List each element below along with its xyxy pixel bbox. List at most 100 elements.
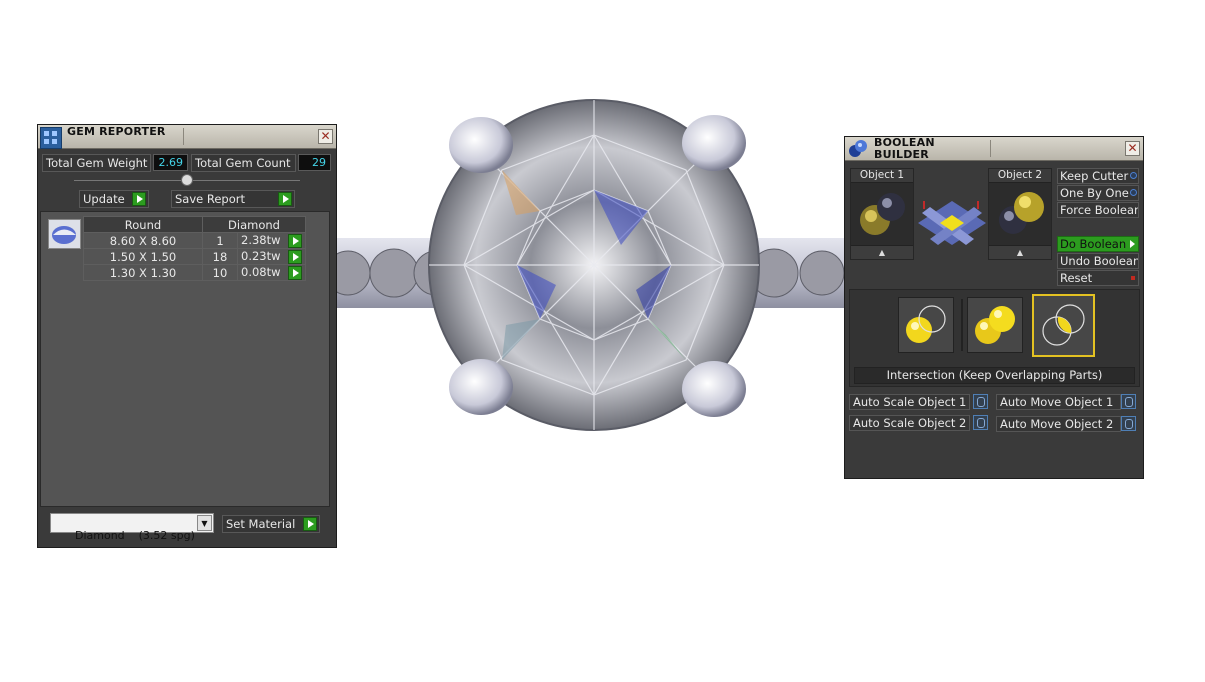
object1-preview-icon [860, 193, 905, 235]
gem-weight: 0.08tw [241, 265, 281, 279]
one-by-one-label: One By One [1060, 186, 1129, 200]
gem-reporter-close-icon[interactable]: ✕ [318, 129, 333, 144]
col-header-material: Diamond [202, 216, 306, 233]
auto-scale-object1-toggle[interactable]: Auto Scale Object 1 [849, 394, 970, 410]
boolean-builder-panel: BOOLEAN BUILDER ✕ Object 1 ▲ Object 2 ▲ … [844, 136, 1144, 479]
boolean-builder-icon [849, 140, 867, 157]
boolean-operation-icon [918, 201, 986, 245]
do-boolean-label: Do Boolean [1060, 237, 1127, 251]
mode-intersection-button[interactable] [1032, 294, 1095, 357]
auto-move-object1-toggle[interactable]: Auto Move Object 1 [996, 394, 1121, 410]
row-go-icon[interactable] [288, 266, 302, 280]
title-divider [990, 140, 1100, 157]
auto-move-object2-checkbox[interactable] [1121, 416, 1136, 431]
update-go-icon[interactable] [132, 192, 146, 206]
boolean-builder-titlebar[interactable]: BOOLEAN BUILDER ✕ [845, 137, 1143, 161]
ring-viewport [336, 99, 846, 431]
update-button[interactable]: Update [79, 190, 149, 208]
row-go-icon[interactable] [288, 234, 302, 248]
object2-label: Object 2 [989, 169, 1051, 183]
gem-count: 1 [202, 232, 238, 249]
mode-subtract-button[interactable] [898, 297, 954, 353]
prong-top-left [449, 117, 513, 173]
gem-reporter-titlebar[interactable]: GEM REPORTER ✕ [38, 125, 336, 149]
prong-bottom-left [449, 359, 513, 415]
material-select-value: Diamond (3.52 spg) [74, 529, 195, 542]
one-by-one-radio-icon[interactable] [1130, 189, 1137, 196]
total-gem-weight-label: Total Gem Weight [42, 154, 151, 172]
auto-move-object2-toggle[interactable]: Auto Move Object 2 [996, 416, 1121, 432]
object1-label: Object 1 [851, 169, 913, 183]
gem-weight-cell: 2.38tw [237, 232, 306, 249]
object2-pick-arrow-icon[interactable]: ▲ [989, 245, 1051, 259]
splitter-handle[interactable] [181, 174, 193, 186]
boolean-builder-close-icon[interactable]: ✕ [1125, 141, 1140, 156]
one-by-one-toggle[interactable]: One By One [1057, 185, 1139, 201]
workspace: GEM REPORTER ✕ Total Gem Weight 2.69 Tot… [0, 0, 1205, 682]
gem-table-header: Round Diamond [83, 216, 306, 233]
reset-button[interactable]: Reset [1057, 270, 1139, 286]
prong-bottom-right [682, 361, 746, 417]
auto-scale-object2-checkbox[interactable] [973, 415, 988, 430]
auto-move-object1-checkbox[interactable] [1121, 394, 1136, 409]
subtract-mode-icon [906, 305, 946, 343]
auto-scale-object2-label: Auto Scale Object 2 [853, 416, 967, 430]
mode-union-button[interactable] [967, 297, 1023, 353]
keep-cutter-toggle[interactable]: Keep Cutter [1057, 168, 1139, 184]
object1-pick-arrow-icon[interactable]: ▲ [851, 245, 913, 259]
gem-reporter-title: GEM REPORTER [67, 125, 166, 138]
union-mode-icon [975, 306, 1015, 344]
object2-slot[interactable]: Object 2 ▲ [988, 168, 1052, 260]
auto-scale-object2-toggle[interactable]: Auto Scale Object 2 [849, 415, 970, 431]
total-gem-count-label: Total Gem Count [191, 154, 296, 172]
undo-boolean-button[interactable]: Undo Boolean [1057, 253, 1139, 269]
keep-cutter-radio-icon[interactable] [1130, 172, 1137, 179]
gem-count: 18 [202, 248, 238, 265]
keep-cutter-label: Keep Cutter [1060, 169, 1129, 183]
save-report-button[interactable]: Save Report [171, 190, 295, 208]
round-gem-thumbnail[interactable] [48, 219, 81, 249]
reset-label: Reset [1060, 271, 1093, 285]
save-report-go-icon[interactable] [278, 192, 292, 206]
mode-separator [961, 299, 963, 351]
row-go-icon[interactable] [288, 250, 302, 264]
set-material-button[interactable]: Set Material [222, 515, 320, 533]
set-material-label: Set Material [226, 517, 296, 531]
save-report-label: Save Report [175, 192, 246, 206]
table-row[interactable]: 1.30 X 1.30 10 0.08tw [83, 264, 306, 281]
mode-caption: Intersection (Keep Overlapping Parts) [854, 367, 1135, 384]
intersection-mode-icon [1042, 304, 1085, 346]
gem-reporter-panel: GEM REPORTER ✕ Total Gem Weight 2.69 Tot… [37, 124, 337, 548]
gem-weight: 0.23tw [241, 249, 281, 263]
boolean-builder-title-line2: BUILDER [874, 148, 929, 161]
undo-boolean-label: Undo Boolean [1060, 254, 1139, 268]
do-boolean-button[interactable]: Do Boolean [1057, 236, 1139, 252]
auto-move-object2-label: Auto Move Object 2 [1000, 417, 1114, 431]
title-divider [183, 128, 293, 145]
auto-scale-object1-checkbox[interactable] [973, 394, 988, 409]
table-row[interactable]: 1.50 X 1.50 18 0.23tw [83, 248, 306, 265]
total-gem-weight-value: 2.69 [153, 154, 188, 171]
gem-count: 10 [202, 264, 238, 281]
object2-preview-icon [999, 192, 1044, 234]
gem-weight: 2.38tw [241, 233, 281, 247]
auto-scale-object1-label: Auto Scale Object 1 [853, 395, 967, 409]
gem-table: Round Diamond 8.60 X 8.60 1 2.38tw 1.50 … [83, 216, 306, 281]
total-gem-count-value: 29 [298, 154, 331, 171]
prong-top-right [682, 115, 746, 171]
force-boolean-toggle[interactable]: Force Boolear [1057, 202, 1139, 218]
reset-indicator-icon [1131, 276, 1135, 280]
force-boolean-label: Force Boolear [1060, 203, 1139, 217]
gem-reporter-icon [40, 127, 62, 149]
set-material-go-icon[interactable] [303, 517, 317, 531]
update-label: Update [83, 192, 125, 206]
gem-size: 1.30 X 1.30 [83, 264, 203, 281]
gem-size: 8.60 X 8.60 [83, 232, 203, 249]
gem-size: 1.50 X 1.50 [83, 248, 203, 265]
chevron-down-icon[interactable]: ▼ [197, 515, 212, 531]
gem-weight-cell: 0.23tw [237, 248, 306, 265]
material-select[interactable]: Diamond (3.52 spg) ▼ [50, 513, 214, 542]
object1-slot[interactable]: Object 1 ▲ [850, 168, 914, 260]
table-row[interactable]: 8.60 X 8.60 1 2.38tw [83, 232, 306, 249]
col-header-shape: Round [83, 216, 203, 233]
